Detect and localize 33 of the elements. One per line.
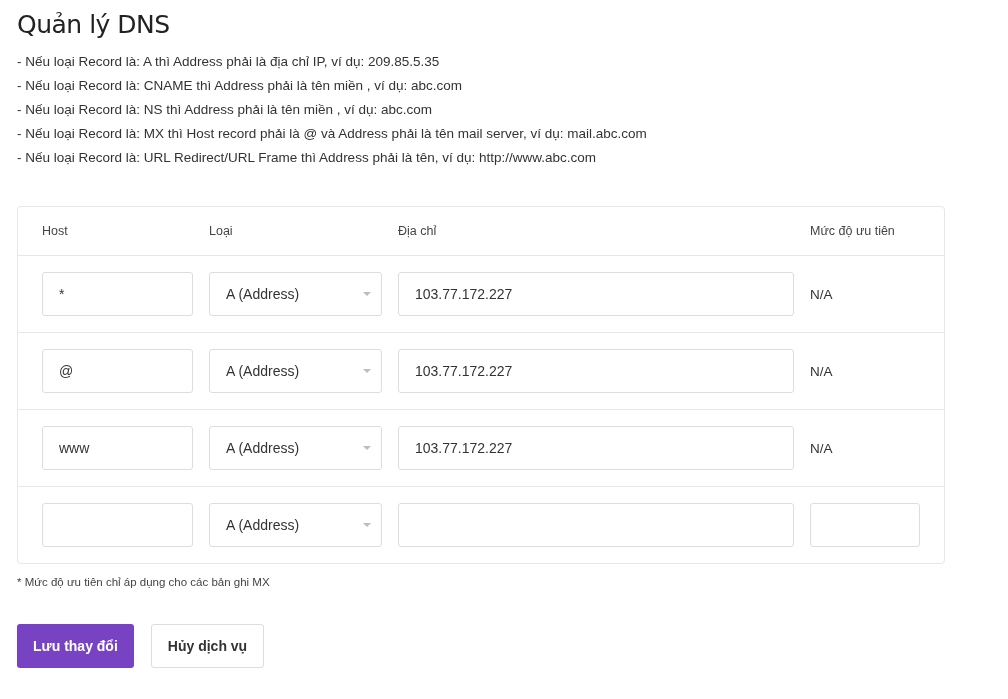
caret-icon — [363, 369, 371, 373]
instruction-text: - Nếu loại Record là: CNAME thì Address phải là tên miền , ví dụ: abc.com — [17, 77, 463, 95]
address-field[interactable]: 103.77.172.227 — [398, 349, 794, 393]
type-dropdown[interactable]: A (Address) — [209, 349, 382, 393]
priority-text: N/A — [810, 286, 834, 302]
instruction-text: - Nếu loại Record là: URL Redirect/URL Frame thì Address phải là tên, ví dụ: http://www.abc.com — [17, 149, 597, 167]
address-field[interactable] — [398, 503, 794, 547]
save-button[interactable]: Lưu thay đổi — [17, 624, 134, 668]
column-header: Loại — [209, 224, 234, 238]
column-header: Mức độ ưu tiên — [810, 224, 896, 238]
priority-text: N/A — [810, 363, 834, 379]
type-dropdown[interactable]: A (Address) — [209, 272, 382, 316]
host-field[interactable]: * — [42, 272, 193, 316]
host-field[interactable] — [42, 503, 193, 547]
caret-icon — [363, 446, 371, 450]
caret-icon — [363, 523, 371, 527]
page-title: Quản lý DNS — [17, 10, 171, 39]
instruction-text: - Nếu loại Record là: A thì Address phải là địa chỉ IP, ví dụ: 209.85.5.35 — [17, 53, 441, 71]
priority-field[interactable] — [810, 503, 920, 547]
caret-icon — [363, 292, 371, 296]
type-dropdown[interactable]: A (Address) — [209, 426, 382, 470]
priority-text: N/A — [810, 440, 834, 456]
footnote-text: * Mức độ ưu tiên chỉ áp dụng cho các bản ghi MX — [17, 576, 271, 588]
host-field[interactable]: www — [42, 426, 193, 470]
column-header: Host — [42, 224, 69, 238]
host-field[interactable]: @ — [42, 349, 193, 393]
cancel-button[interactable]: Hủy dịch vụ — [150, 624, 265, 668]
address-field[interactable]: 103.77.172.227 — [398, 426, 794, 470]
address-field[interactable]: 103.77.172.227 — [398, 272, 794, 316]
instruction-text: - Nếu loại Record là: MX thì Host record phải là @ và Address phải là tên mail server, ví dụ: mail.abc.com — [17, 125, 648, 143]
instruction-text: - Nếu loại Record là: NS thì Address phải là tên miền , ví dụ: abc.com — [17, 101, 433, 119]
type-dropdown[interactable]: A (Address) — [209, 503, 382, 547]
column-header: Địa chỉ — [398, 224, 438, 238]
